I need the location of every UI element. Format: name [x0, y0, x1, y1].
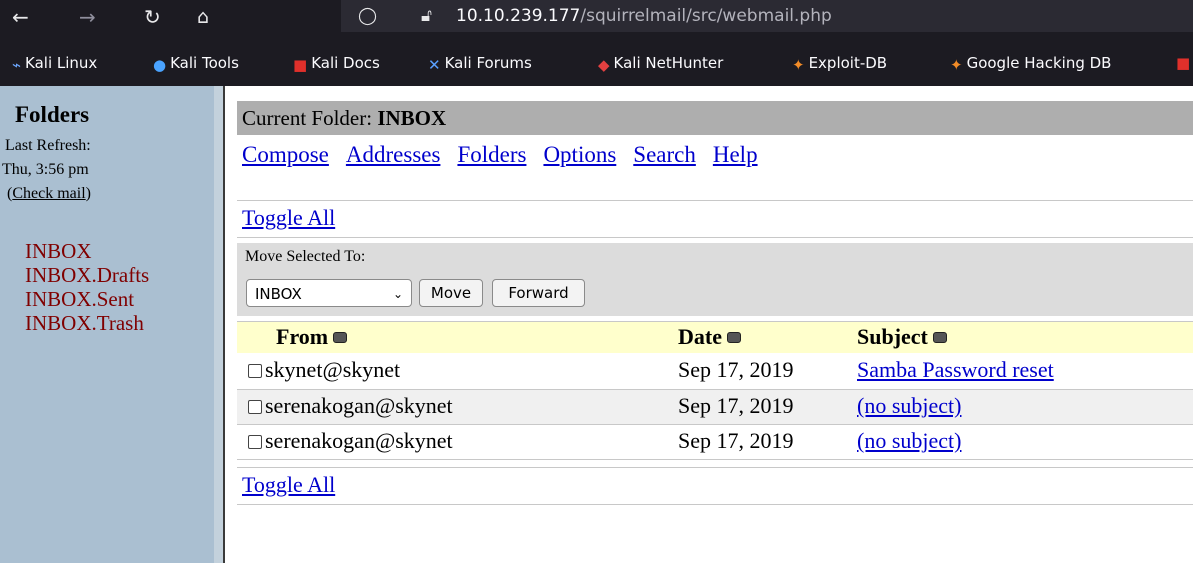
column-subject[interactable]: Subject: [857, 324, 947, 350]
current-folder-name: INBOX: [377, 106, 447, 130]
sort-icon[interactable]: [932, 332, 947, 343]
message-from: skynet@skynet: [265, 357, 401, 382]
bookmark-kali-forums[interactable]: ✕ Kali Forums: [428, 53, 532, 75]
menu-options[interactable]: Options: [543, 142, 616, 167]
back-arrow-icon[interactable]: ←: [12, 3, 29, 31]
move-target-select[interactable]: INBOX ⌄: [246, 279, 412, 307]
column-from[interactable]: From: [276, 324, 348, 350]
column-date[interactable]: Date: [678, 324, 741, 350]
toggle-all-bottom-link[interactable]: Toggle All: [242, 472, 335, 498]
message-date: Sep 17, 2019: [678, 393, 794, 418]
message-date: Sep 17, 2019: [678, 428, 794, 453]
message-subject[interactable]: (no subject): [857, 389, 961, 423]
toggle-all-bar-top: [237, 200, 1193, 238]
main-menu: Compose Addresses Folders Options Search Help: [242, 141, 775, 169]
bookmark-google-hacking-db[interactable]: ✦ Google Hacking DB: [950, 53, 1111, 75]
check-mail-wrapper: (Check mail): [7, 185, 91, 203]
message-from: serenakogan@skynet: [265, 428, 453, 453]
message-checkbox[interactable]: [248, 400, 262, 414]
last-refresh-label: Last Refresh:: [5, 137, 91, 154]
bookmark-overflow-icon[interactable]: ■: [1176, 53, 1190, 73]
shield-icon[interactable]: ◯: [358, 2, 377, 30]
forward-button[interactable]: Forward: [492, 279, 585, 307]
insecure-lock-icon[interactable]: 🔓︎: [421, 2, 432, 30]
bookmark-kali-docs[interactable]: ■ Kali Docs: [293, 53, 380, 75]
check-mail-close-paren: ): [85, 185, 91, 202]
last-refresh-time: Thu, 3:56 pm: [2, 161, 89, 178]
folder-inbox[interactable]: INBOX: [25, 239, 92, 263]
pane-divider: [223, 86, 225, 563]
menu-addresses[interactable]: Addresses: [346, 142, 441, 167]
message-checkbox[interactable]: [248, 435, 262, 449]
message-date: Sep 17, 2019: [678, 357, 794, 382]
reload-icon[interactable]: ↻: [144, 3, 161, 31]
browser-toolbar: ← → ↻ ⌂ ◯ 🔓︎ 10.10.239.177/squirrelmail/…: [0, 0, 1193, 36]
sort-icon[interactable]: [333, 332, 348, 343]
bookmark-exploit-db[interactable]: ✦ Exploit-DB: [792, 53, 887, 75]
move-button[interactable]: Move: [419, 279, 483, 307]
move-selected-label: Move Selected To:: [245, 248, 366, 265]
folder-inbox-trash[interactable]: INBOX.Trash: [25, 311, 144, 335]
message-subject[interactable]: Samba Password reset: [857, 353, 1054, 387]
toggle-all-bar-bottom: [237, 467, 1193, 505]
home-icon[interactable]: ⌂: [197, 3, 209, 31]
chevron-down-icon: ⌄: [392, 287, 403, 301]
folder-inbox-sent[interactable]: INBOX.Sent: [25, 287, 134, 311]
folder-inbox-drafts[interactable]: INBOX.Drafts: [25, 263, 149, 287]
kali-tools-icon: ●: [153, 56, 167, 74]
url-text[interactable]: 10.10.239.177/squirrelmail/src/webmail.p…: [456, 5, 832, 27]
toggle-all-top-link[interactable]: Toggle All: [242, 205, 335, 231]
pane-splitter[interactable]: [214, 86, 223, 563]
move-target-value: INBOX: [255, 285, 302, 303]
message-checkbox[interactable]: [248, 364, 262, 378]
bookmark-kali-linux[interactable]: ⌁ Kali Linux: [12, 53, 97, 75]
folders-title: Folders: [15, 102, 90, 127]
menu-search[interactable]: Search: [633, 142, 696, 167]
menu-help[interactable]: Help: [713, 142, 758, 167]
menu-folders[interactable]: Folders: [457, 142, 526, 167]
message-from: serenakogan@skynet: [265, 393, 453, 418]
kali-dragon-icon: ⌁: [12, 56, 22, 74]
current-folder-bar: Current Folder: INBOX: [237, 101, 1193, 135]
check-mail-link[interactable]: Check mail: [12, 185, 85, 202]
current-folder-label: Current Folder:: [242, 106, 373, 130]
bookmark-kali-nethunter[interactable]: ◆ Kali NetHunter: [598, 53, 723, 75]
kali-nethunter-icon: ◆: [598, 56, 610, 74]
forward-arrow-icon[interactable]: →: [79, 3, 96, 31]
kali-docs-icon: ■: [293, 56, 308, 74]
google-hacking-db-icon: ✦: [950, 56, 963, 74]
message-subject[interactable]: (no subject): [857, 424, 961, 458]
exploit-db-icon: ✦: [792, 56, 805, 74]
sort-icon[interactable]: [726, 332, 741, 343]
menu-compose[interactable]: Compose: [242, 142, 329, 167]
bookmark-kali-tools[interactable]: ● Kali Tools: [153, 53, 239, 75]
kali-forums-icon: ✕: [428, 56, 441, 74]
